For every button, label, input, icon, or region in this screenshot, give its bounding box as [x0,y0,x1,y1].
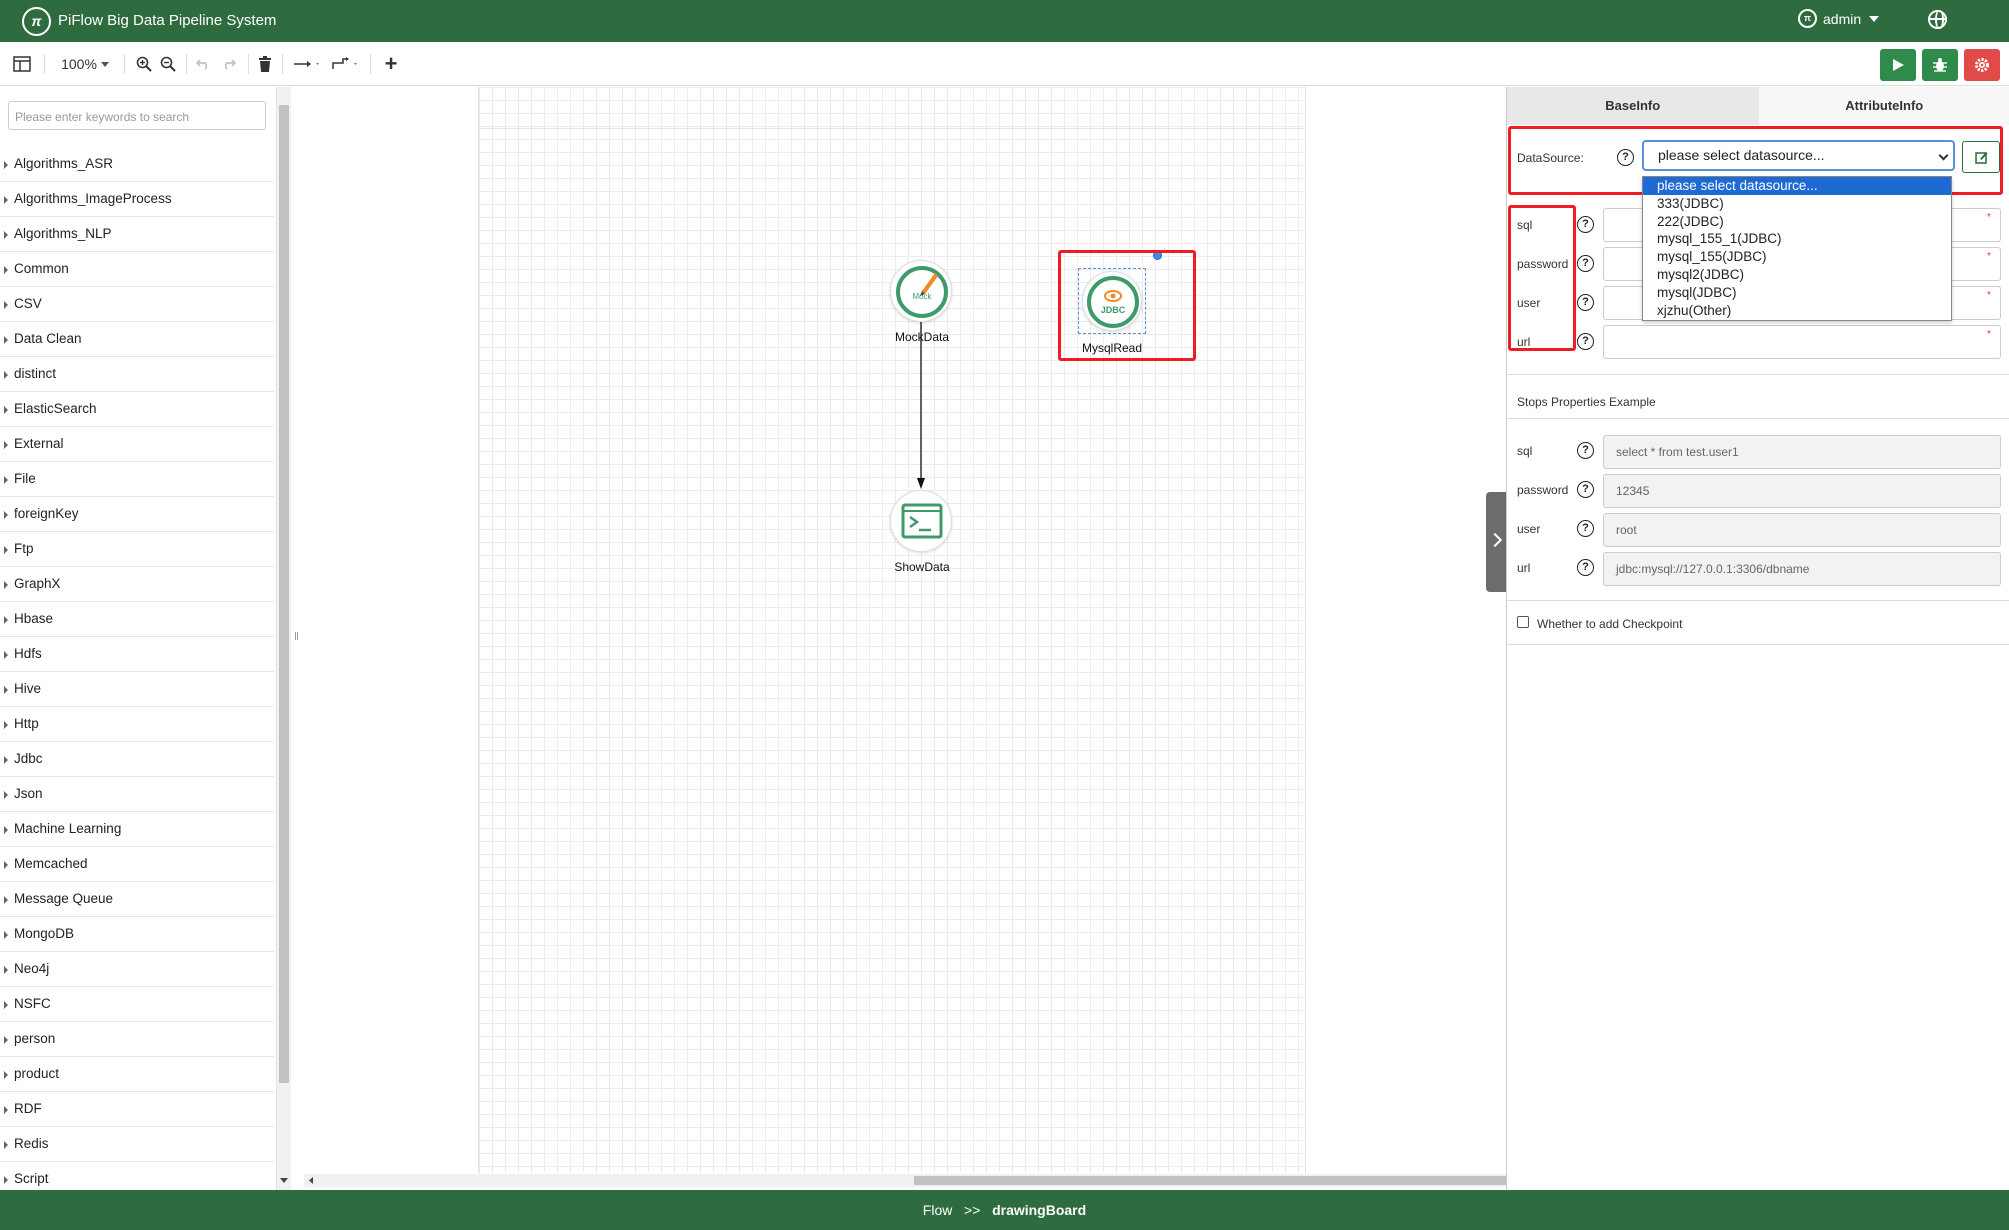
field-label-url: url [1517,335,1531,349]
help-icon[interactable]: ? [1577,255,1594,272]
help-icon[interactable]: ? [1577,216,1594,233]
collapse-panel-button[interactable] [1486,492,1506,592]
field-label-password: password [1517,257,1569,271]
tab-baseinfo[interactable]: BaseInfo [1507,87,1759,125]
node-label-mockdata: MockData [894,330,950,344]
breadcrumb-flow[interactable]: Flow [923,1202,953,1218]
footer-breadcrumb: Flow >> drawingBoard [0,1190,2009,1230]
datasource-label: DataSource: [1517,151,1584,165]
example-label-password: password [1517,483,1569,497]
chevron-down-icon [1938,150,1949,161]
datasource-option[interactable]: please select datasource... [1643,177,1951,195]
edit-icon [1975,152,1988,164]
scroll-left-arrow-icon [309,1177,313,1184]
tab-attributeinfo[interactable]: AttributeInfo [1758,87,2009,125]
scrollbar-thumb[interactable] [914,1176,1506,1185]
node-mockdata[interactable]: Mock [890,260,952,322]
help-icon[interactable]: ? [1577,442,1594,459]
help-icon[interactable]: ? [1577,520,1594,537]
terminal-icon [901,503,943,539]
breadcrumb-separator: >> [964,1202,981,1218]
properties-tabs: BaseInfo AttributeInfo [1507,87,2009,125]
help-icon[interactable]: ? [1617,149,1634,166]
example-label-user: user [1517,522,1541,536]
datasource-option[interactable]: mysql_155(JDBC) [1643,248,1951,266]
selection-handle[interactable] [1153,251,1162,260]
field-label-user: user [1517,296,1541,310]
required-mark: * [1987,329,1991,340]
svg-text:JDBC: JDBC [1101,305,1126,315]
help-icon[interactable]: ? [1577,559,1594,576]
checkpoint-label: Whether to add Checkpoint [1537,617,1683,631]
example-label-sql: sql [1517,444,1533,458]
node-label-mysqlread: MysqlRead [1081,341,1143,355]
example-user-value: root [1603,513,2001,547]
help-icon[interactable]: ? [1577,481,1594,498]
datasource-option[interactable]: mysql_155_1(JDBC) [1643,230,1951,248]
help-icon[interactable]: ? [1577,333,1594,350]
required-mark: * [1987,251,1991,262]
edit-datasource-button[interactable] [1962,141,2000,173]
stops-properties-example-title: Stops Properties Example [1517,395,1656,409]
required-mark: * [1987,290,1991,301]
canvas-horizontal-scrollbar[interactable] [304,1174,1506,1187]
breadcrumb-current: drawingBoard [992,1202,1087,1218]
example-url-value: jdbc:mysql://127.0.0.1:3306/dbname [1603,552,2001,586]
node-showdata[interactable] [890,490,952,552]
url-input[interactable] [1603,325,2001,359]
datasource-option[interactable]: xjzhu(Other) [1643,302,1951,320]
help-icon[interactable]: ? [1577,294,1594,311]
datasource-option[interactable]: 333(JDBC) [1643,195,1951,213]
datasource-option[interactable]: 222(JDBC) [1643,213,1951,231]
example-label-url: url [1517,561,1531,575]
datasource-selected-value: please select datasource... [1658,147,1825,163]
datasource-option[interactable]: mysql2(JDBC) [1643,266,1951,284]
node-label-showdata: ShowData [894,560,950,574]
checkpoint-checkbox[interactable] [1517,616,1529,628]
example-password-value: 12345 [1603,474,2001,508]
field-label-sql: sql [1517,218,1533,232]
datasource-select[interactable]: please select datasource... [1643,141,1954,170]
datasource-options-list: please select datasource... 333(JDBC) 22… [1642,176,1952,321]
node-mysqlread[interactable]: JDBC [1082,271,1142,331]
example-sql-value: select * from test.user1 [1603,435,2001,469]
datasource-option[interactable]: mysql(JDBC) [1643,284,1951,302]
mock-data-icon: Mock [896,266,948,318]
required-mark: * [1987,212,1991,223]
jdbc-icon: JDBC [1087,276,1139,328]
